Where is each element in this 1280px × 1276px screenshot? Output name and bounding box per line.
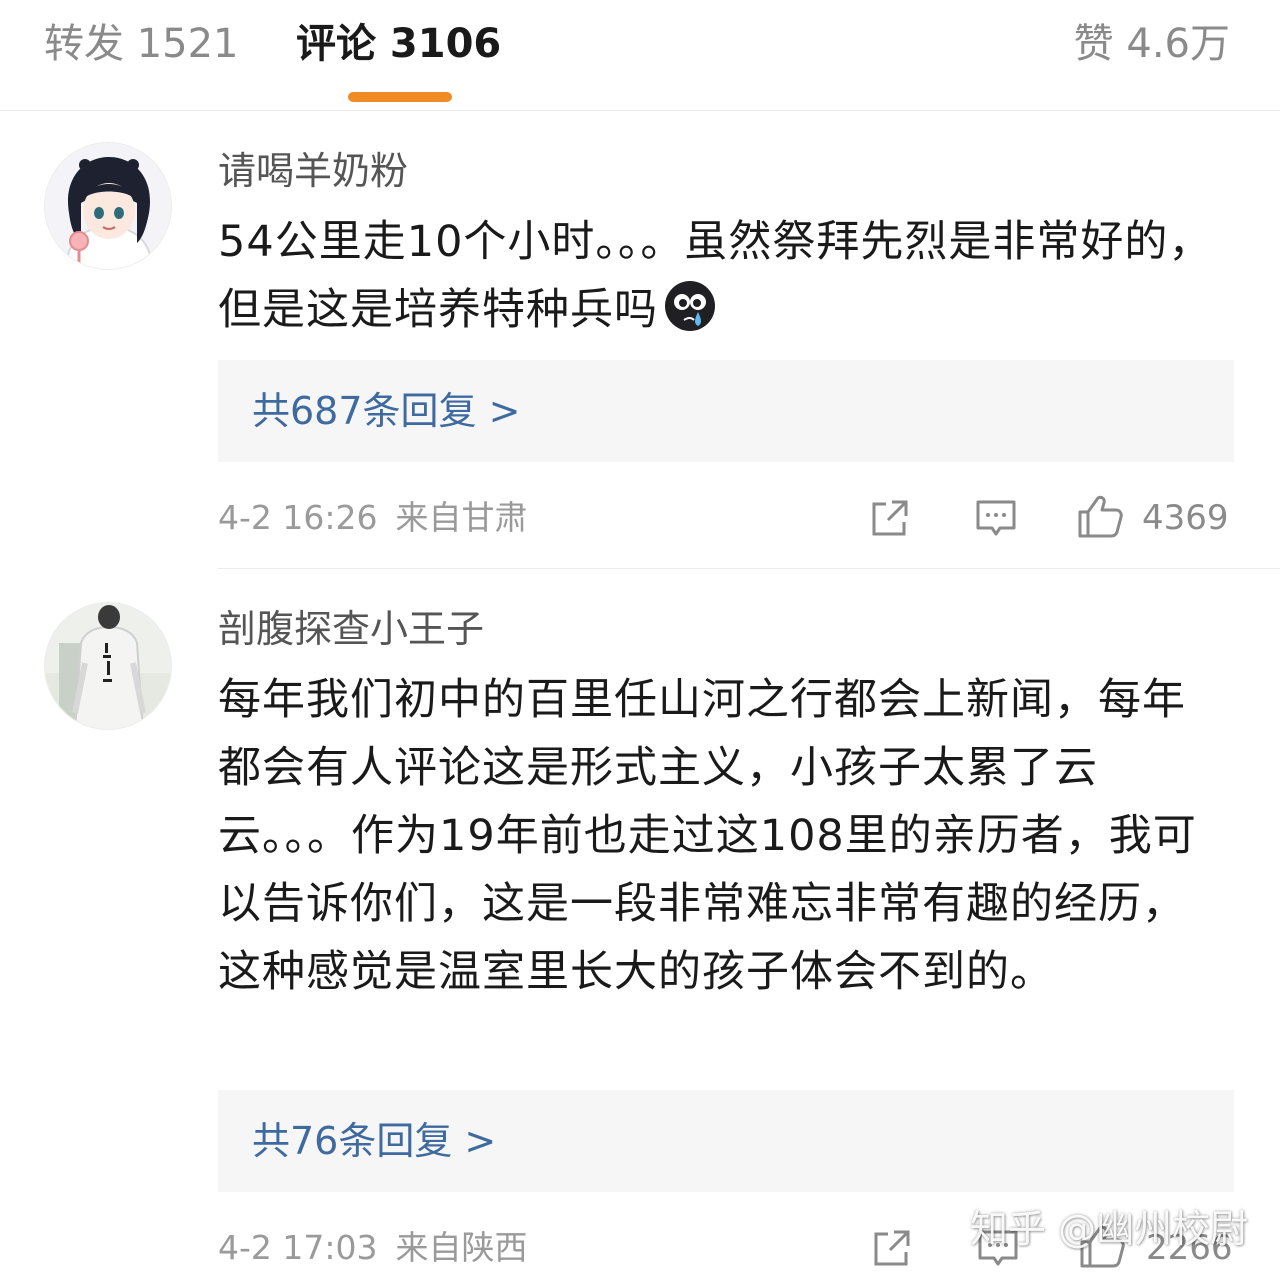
avatar[interactable] — [44, 142, 172, 270]
share-icon[interactable] — [868, 496, 912, 540]
comment-date: 4-2 16:26 — [218, 498, 378, 537]
tab-comment[interactable]: 评论 3106 — [296, 18, 501, 70]
comment-date: 4-2 17:03 — [218, 1228, 378, 1267]
tab-like[interactable]: 赞 4.6万 — [1074, 18, 1230, 70]
thumbs-up-icon[interactable] — [1076, 492, 1124, 540]
comment-text: 54公里走10个小时。。。虽然祭拜先烈是非常好的，但是这是培养特种兵吗 — [218, 208, 1218, 344]
comment-meta: 4-2 16:26 来自甘肃 — [218, 496, 528, 540]
active-tab-indicator — [348, 92, 452, 102]
comment-body: 每年我们初中的百里任山河之行都会上新闻，每年都会有人评论这是形式主义，小孩子太累… — [218, 675, 1197, 997]
like-count: 4369 — [1142, 498, 1229, 538]
crying-face-icon — [665, 281, 715, 331]
comment-tab-bar: 转发 1521 评论 3106 赞 4.6万 — [0, 0, 1280, 111]
comment-divider — [218, 568, 1280, 569]
comment-username[interactable]: 剖腹探查小王子 — [218, 604, 484, 654]
comment-location: 来自陕西 — [395, 1228, 528, 1267]
avatar[interactable] — [44, 602, 172, 730]
view-replies-button[interactable]: 共76条回复 > — [218, 1090, 1234, 1192]
view-replies-button[interactable]: 共687条回复 > — [218, 360, 1234, 462]
share-icon[interactable] — [870, 1226, 914, 1270]
comment-icon[interactable] — [974, 496, 1018, 540]
comment-username[interactable]: 请喝羊奶粉 — [218, 146, 408, 196]
comment-meta: 4-2 17:03 来自陕西 — [218, 1226, 528, 1270]
watermark: 知乎 @幽州校尉 — [970, 1207, 1249, 1251]
comment-location: 来自甘肃 — [395, 498, 528, 537]
tab-repost[interactable]: 转发 1521 — [44, 18, 239, 70]
